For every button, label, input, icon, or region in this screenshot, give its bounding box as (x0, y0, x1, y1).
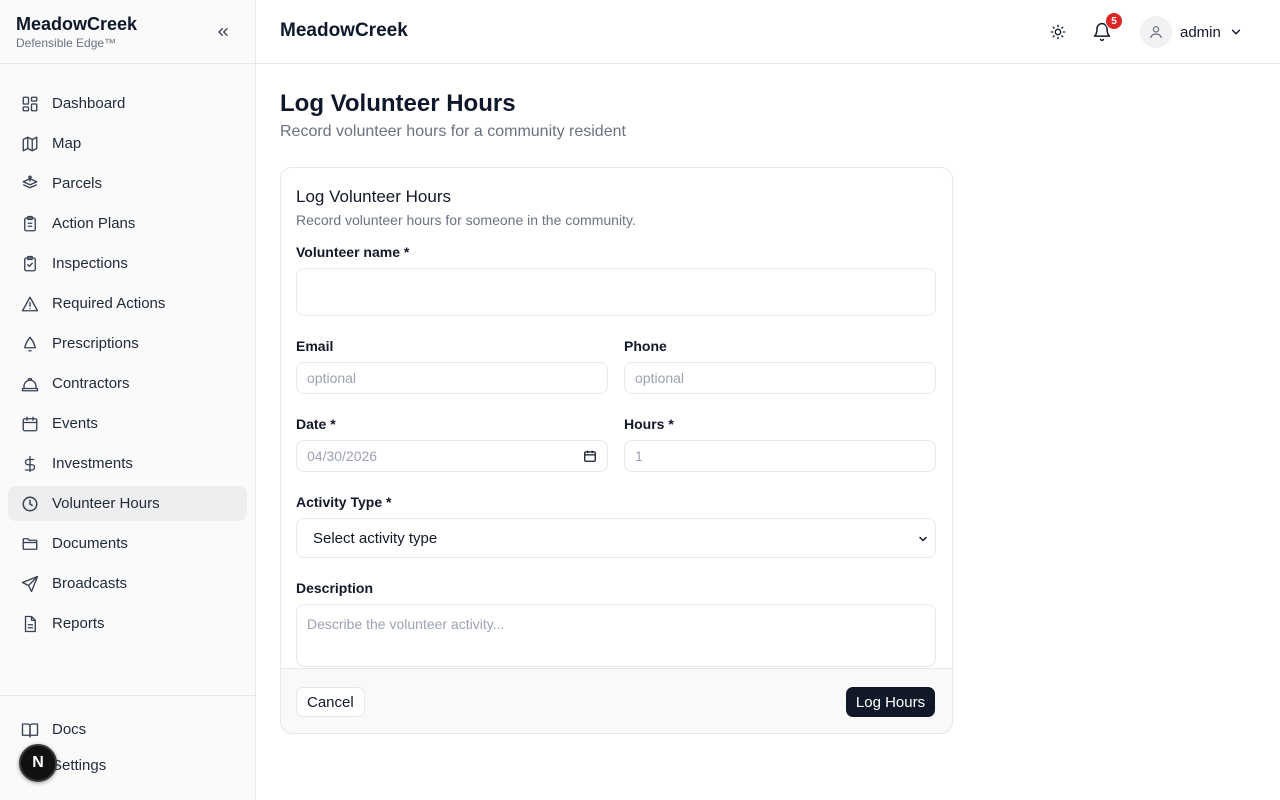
app-title: MeadowCreek (280, 20, 408, 41)
cancel-button[interactable]: Cancel (296, 687, 365, 717)
card-title: Log Volunteer Hours (296, 187, 451, 206)
activity-type-label: Activity Type * (296, 494, 392, 510)
sidebar-item-label: Required Actions (52, 295, 166, 312)
description-label: Description (296, 580, 374, 596)
map-icon (20, 134, 40, 154)
book-icon (20, 720, 40, 740)
email-input[interactable] (296, 362, 608, 394)
calendar-icon (20, 414, 40, 434)
collapse-sidebar-icon[interactable] (211, 20, 235, 44)
description-textarea[interactable] (296, 604, 936, 667)
sidebar-item-contractors[interactable]: Contractors (8, 366, 247, 401)
theme-toggle-icon[interactable] (1046, 20, 1070, 44)
notification-count-badge: 5 (1105, 12, 1123, 30)
sidebar-item-label: Action Plans (52, 215, 136, 232)
sidebar-item-reports[interactable]: Reports (8, 606, 247, 641)
activity-type-select[interactable]: Select activity type (296, 518, 936, 558)
clock-icon (20, 494, 40, 514)
user-menu[interactable]: admin (1140, 16, 1243, 48)
sidebar-item-label: Prescriptions (52, 335, 139, 352)
chevron-down-icon (917, 532, 929, 549)
activity-type-selected: Select activity type (313, 529, 438, 547)
date-input[interactable]: 04/30/2026 (296, 440, 608, 472)
sidebar-item-label: Map (52, 135, 82, 152)
sidebar-item-label: Documents (52, 535, 128, 552)
card-subtitle: Record volunteer hours for someone in th… (296, 212, 636, 228)
brand-name: MeadowCreek (16, 14, 138, 34)
cone-icon (20, 334, 40, 354)
sidebar-item-label: Investments (52, 455, 133, 472)
sidebar-item-prescriptions[interactable]: Prescriptions (8, 326, 247, 361)
sidebar-item-docs[interactable]: Docs (8, 712, 247, 747)
sidebar-item-label: Docs (52, 721, 87, 738)
brand: MeadowCreek Defensible Edge™ (0, 0, 255, 64)
page-title: Log Volunteer Hours (280, 90, 516, 117)
sidebar: MeadowCreek Defensible Edge™ Dashboard M… (0, 0, 256, 800)
sidebar-item-action-plans[interactable]: Action Plans (8, 206, 247, 241)
sidebar-item-label: Broadcasts (52, 575, 128, 592)
date-label: Date * (296, 416, 336, 432)
sidebar-item-documents[interactable]: Documents (8, 526, 247, 561)
sidebar-item-inspections[interactable]: Inspections (8, 246, 247, 281)
sidebar-item-investments[interactable]: Investments (8, 446, 247, 481)
sidebar-item-broadcasts[interactable]: Broadcasts (8, 566, 247, 601)
hours-input[interactable] (624, 440, 936, 472)
sidebar-item-events[interactable]: Events (8, 406, 247, 441)
volunteer-name-label: Volunteer name * (296, 244, 410, 260)
calendar-picker-icon[interactable] (583, 449, 597, 466)
user-name: admin (1180, 23, 1221, 41)
file-text-icon (20, 614, 40, 634)
hours-label: Hours * (624, 416, 674, 432)
log-hours-form-card: Log Volunteer Hours Record volunteer hou… (280, 167, 953, 734)
dollar-icon (20, 454, 40, 474)
avatar (1140, 16, 1172, 48)
sidebar-item-label: Settings (52, 757, 107, 774)
email-label: Email (296, 338, 334, 354)
folder-icon (20, 534, 40, 554)
clipboard-icon (20, 214, 40, 234)
sidebar-item-label: Volunteer Hours (52, 495, 160, 512)
dev-tools-badge[interactable]: N (19, 744, 57, 782)
phone-input[interactable] (624, 362, 936, 394)
brand-tagline: Defensible Edge™ (16, 36, 117, 50)
hard-hat-icon (20, 374, 40, 394)
sidebar-item-dashboard[interactable]: Dashboard (8, 86, 247, 121)
card-footer: Cancel Log Hours (281, 668, 952, 733)
sidebar-item-parcels[interactable]: Parcels (8, 166, 247, 201)
date-placeholder: 04/30/2026 (307, 448, 378, 464)
phone-label: Phone (624, 338, 667, 354)
sidebar-item-label: Dashboard (52, 95, 126, 112)
volunteer-name-input[interactable] (296, 268, 936, 316)
sidebar-item-map[interactable]: Map (8, 126, 247, 161)
sidebar-item-label: Reports (52, 615, 105, 632)
parcels-icon (20, 174, 40, 194)
send-icon (20, 574, 40, 594)
warning-icon (20, 294, 40, 314)
log-hours-button[interactable]: Log Hours (846, 687, 935, 717)
sidebar-item-volunteer-hours[interactable]: Volunteer Hours (8, 486, 247, 521)
sidebar-item-label: Parcels (52, 175, 103, 192)
clipboard-check-icon (20, 254, 40, 274)
sidebar-item-label: Inspections (52, 255, 128, 272)
top-bar: MeadowCreek 5 admin (256, 0, 1280, 64)
sidebar-item-label: Contractors (52, 375, 130, 392)
sidebar-item-label: Events (52, 415, 98, 432)
page-subtitle: Record volunteer hours for a community r… (280, 123, 626, 140)
chevron-down-icon (1229, 25, 1243, 39)
sidebar-item-required-actions[interactable]: Required Actions (8, 286, 247, 321)
dashboard-icon (20, 94, 40, 114)
sidebar-nav: Dashboard Map Parcels Action Plans Inspe… (0, 64, 255, 641)
